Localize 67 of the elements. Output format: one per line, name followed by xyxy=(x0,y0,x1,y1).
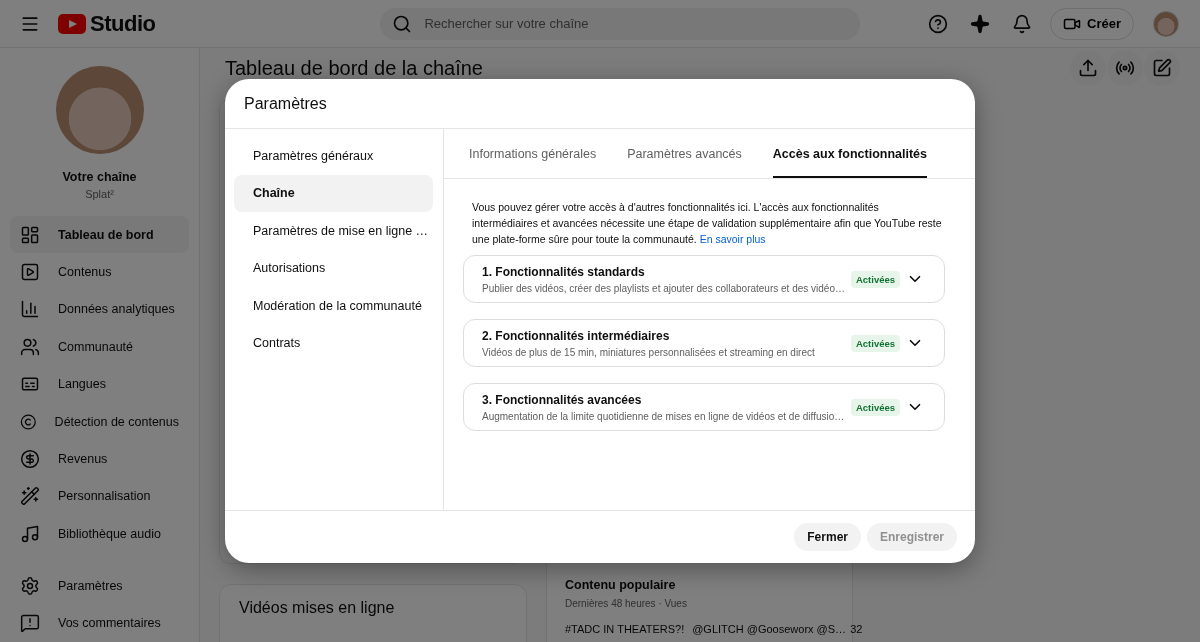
play-square-icon xyxy=(20,262,40,283)
feature-description: Augmentation de la limite quotidienne de mises en ligne de vidéos et de diffusio… xyxy=(482,410,845,422)
feature-title: 3. Fonctionnalités avancées xyxy=(482,392,643,407)
search-icon xyxy=(392,13,413,34)
dialog-title: Paramètres xyxy=(244,94,327,113)
card-title: Contenu populaire xyxy=(565,578,677,592)
sidebar-item[interactable]: Bibliothèque audio xyxy=(10,515,189,553)
sidebar-item[interactable]: Revenus xyxy=(10,440,189,478)
tab[interactable]: Informations générales xyxy=(469,129,597,178)
people-icon xyxy=(20,336,40,357)
feature-card[interactable]: 3. Fonctionnalités avancées Augmentation de la limite quotidienne de mises en ligne de vidéos et de diffusio… Activées xyxy=(463,383,946,431)
sidebar-item[interactable]: Tableau de bord xyxy=(10,216,189,254)
settings-nav-item[interactable]: Autorisations xyxy=(234,249,433,287)
tab[interactable]: Accès aux fonctionnalités xyxy=(772,129,927,178)
feature-description: Publier des vidéos, créer des playlists et ajouter des collaborateurs et des vidéo… xyxy=(482,282,845,294)
avatar xyxy=(1153,10,1179,37)
copyright-icon xyxy=(20,411,37,432)
sidebar-item[interactable]: Données analytiques xyxy=(10,290,189,329)
video-title: @GLITCH @Gooseworx @S… xyxy=(692,623,847,635)
feature-card[interactable]: 2. Fonctionnalités intermédiaires Vidéos de plus de 15 min, miniatures personnalisées et streaming en direct Activées xyxy=(463,319,946,367)
help-icon xyxy=(928,13,949,34)
settings-nav-item[interactable]: Modération de la communauté xyxy=(234,287,433,325)
channel-name: Splat² xyxy=(85,188,114,200)
feature-title: 1. Fonctionnalités standards xyxy=(482,264,646,279)
tab[interactable]: Paramètres avancés xyxy=(627,129,742,178)
music-icon xyxy=(20,523,40,544)
feature-description: Vidéos de plus de 15 min, miniatures personnalisées et streaming en direct xyxy=(482,346,816,358)
feedback-icon xyxy=(20,613,40,634)
dashboard-icon xyxy=(20,224,40,245)
feature-card[interactable]: 1. Fonctionnalités standards Publier des vidéos, créer des playlists et ajouter des collaborateurs et des vidéo… Activées xyxy=(463,255,946,303)
edit-icon xyxy=(1152,58,1172,78)
sidebar-item[interactable]: Détection de contenus xyxy=(10,402,189,441)
sidebar-item[interactable]: Langues xyxy=(10,365,189,403)
sidebar-item[interactable]: Communauté xyxy=(10,328,189,366)
bell-icon xyxy=(1012,13,1033,34)
views-count: 32 xyxy=(850,623,863,635)
upload-icon xyxy=(1078,58,1098,78)
sidebar-item[interactable]: Vos commentaires xyxy=(10,604,189,642)
search-field[interactable]: Rechercher sur votre chaîne xyxy=(380,7,861,40)
sidebar-item[interactable]: Paramètres xyxy=(10,567,189,605)
sidebar-item[interactable]: Personnalisation xyxy=(10,477,189,515)
learn-more-link[interactable]: En savoir plus xyxy=(699,233,766,245)
close-button[interactable]: Fermer xyxy=(794,523,861,551)
logo-text: Studio xyxy=(90,10,156,37)
sidebar-item[interactable]: Contenus xyxy=(10,253,189,291)
sparkle-icon xyxy=(970,13,991,34)
settings-nav-item[interactable]: Contrats xyxy=(234,324,433,362)
bar-chart-icon xyxy=(20,299,40,320)
settings-icon xyxy=(20,576,40,596)
card-subtitle: Dernières 48 heures · Vues xyxy=(565,598,688,609)
settings-nav-item[interactable]: Paramètres de mise en ligne … xyxy=(234,212,433,250)
broadcast-icon xyxy=(1115,58,1135,78)
status-badge: Activées xyxy=(850,334,901,352)
status-badge: Activées xyxy=(850,398,901,416)
page-title: Tableau de bord de la chaîne xyxy=(225,56,483,80)
feature-title: 2. Fonctionnalités intermédiaires xyxy=(482,328,671,343)
settings-nav-item[interactable]: Paramètres généraux xyxy=(234,137,433,175)
settings-nav-item[interactable]: Chaîne xyxy=(234,174,433,212)
channel-title: Votre chaîne xyxy=(62,170,137,184)
magic-wand-icon xyxy=(20,486,40,507)
logo-icon xyxy=(58,13,86,34)
status-badge: Activées xyxy=(850,270,901,288)
intro-text: Vous pouvez gérer votre accès à d'autres fonctionnalités ici. L'accès aux fonctionnalités intermédiaires et avancées nécessite une étape de validation supplémentaire afin que YouTube reste une plate-forme sûre pour toute la communauté. En savoir plus xyxy=(472,200,943,247)
video-title: #TADC IN THEATERS?! xyxy=(565,623,685,635)
card-title: Vidéos mises en ligne xyxy=(239,599,396,617)
create-button[interactable]: Créer xyxy=(1050,7,1134,40)
dollar-icon xyxy=(20,448,40,469)
